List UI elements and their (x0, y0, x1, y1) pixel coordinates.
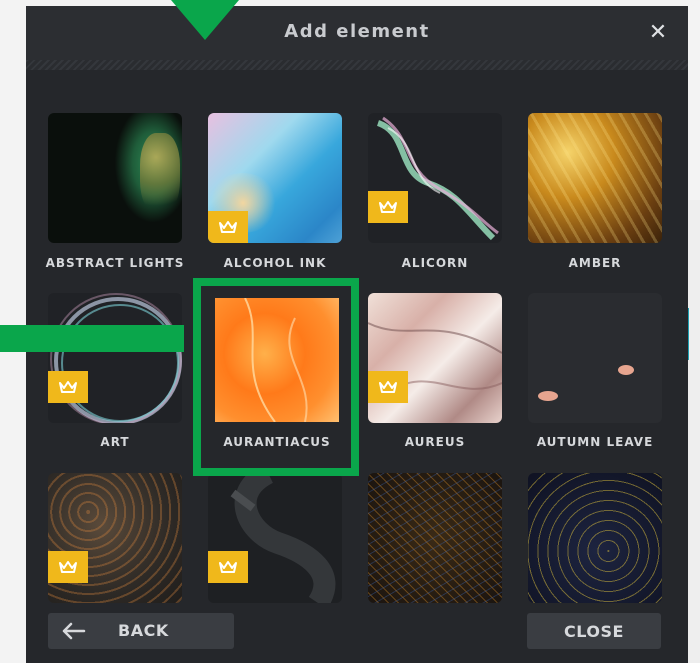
element-tile-10[interactable] (208, 473, 342, 603)
crown-icon (219, 221, 237, 233)
premium-badge (208, 551, 248, 583)
crown-icon (379, 381, 397, 393)
crown-icon (59, 561, 77, 573)
element-tile-alicorn[interactable] (368, 113, 502, 243)
element-tile-abstract-lights[interactable] (48, 113, 182, 243)
crown-icon (379, 201, 397, 213)
premium-badge (208, 211, 248, 243)
element-tile-autumn-leave[interactable] (528, 293, 662, 423)
premium-badge (368, 371, 408, 403)
close-icon[interactable]: ✕ (646, 17, 670, 47)
crown-icon (219, 561, 237, 573)
element-tile-amber[interactable] (528, 113, 662, 243)
arrow-left-icon (62, 622, 86, 640)
close-button[interactable]: CLOSE (527, 613, 661, 649)
back-button[interactable]: BACK (48, 613, 234, 649)
dialog-header: Add element ✕ (26, 6, 688, 60)
element-tile-9[interactable] (48, 473, 182, 603)
annotation-down-arrow (171, 0, 239, 40)
back-label: BACK (118, 621, 169, 640)
annotation-highlight-frame (193, 278, 359, 476)
annotation-pointer-bar (0, 325, 184, 352)
element-tile-12[interactable] (528, 473, 662, 603)
element-label[interactable]: AMBER (520, 256, 670, 270)
element-tile-art[interactable] (48, 293, 182, 423)
premium-badge (368, 191, 408, 223)
crown-icon (59, 381, 77, 393)
element-label[interactable]: ABSTRACT LIGHTS (40, 256, 190, 270)
background-panel (688, 200, 700, 663)
element-label[interactable]: ALCOHOL INK (200, 256, 350, 270)
header-divider (26, 60, 688, 70)
element-label[interactable]: ALICORN (360, 256, 510, 270)
element-label[interactable]: AUREUS (360, 435, 510, 449)
element-tile-11[interactable] (368, 473, 502, 603)
premium-badge (48, 371, 88, 403)
dialog-title: Add element (284, 21, 430, 42)
element-tile-aureus[interactable] (368, 293, 502, 423)
element-label[interactable]: ART (40, 435, 190, 449)
element-tile-alcohol-ink[interactable] (208, 113, 342, 243)
element-label[interactable]: AUTUMN LEAVE (520, 435, 670, 449)
premium-badge (48, 551, 88, 583)
